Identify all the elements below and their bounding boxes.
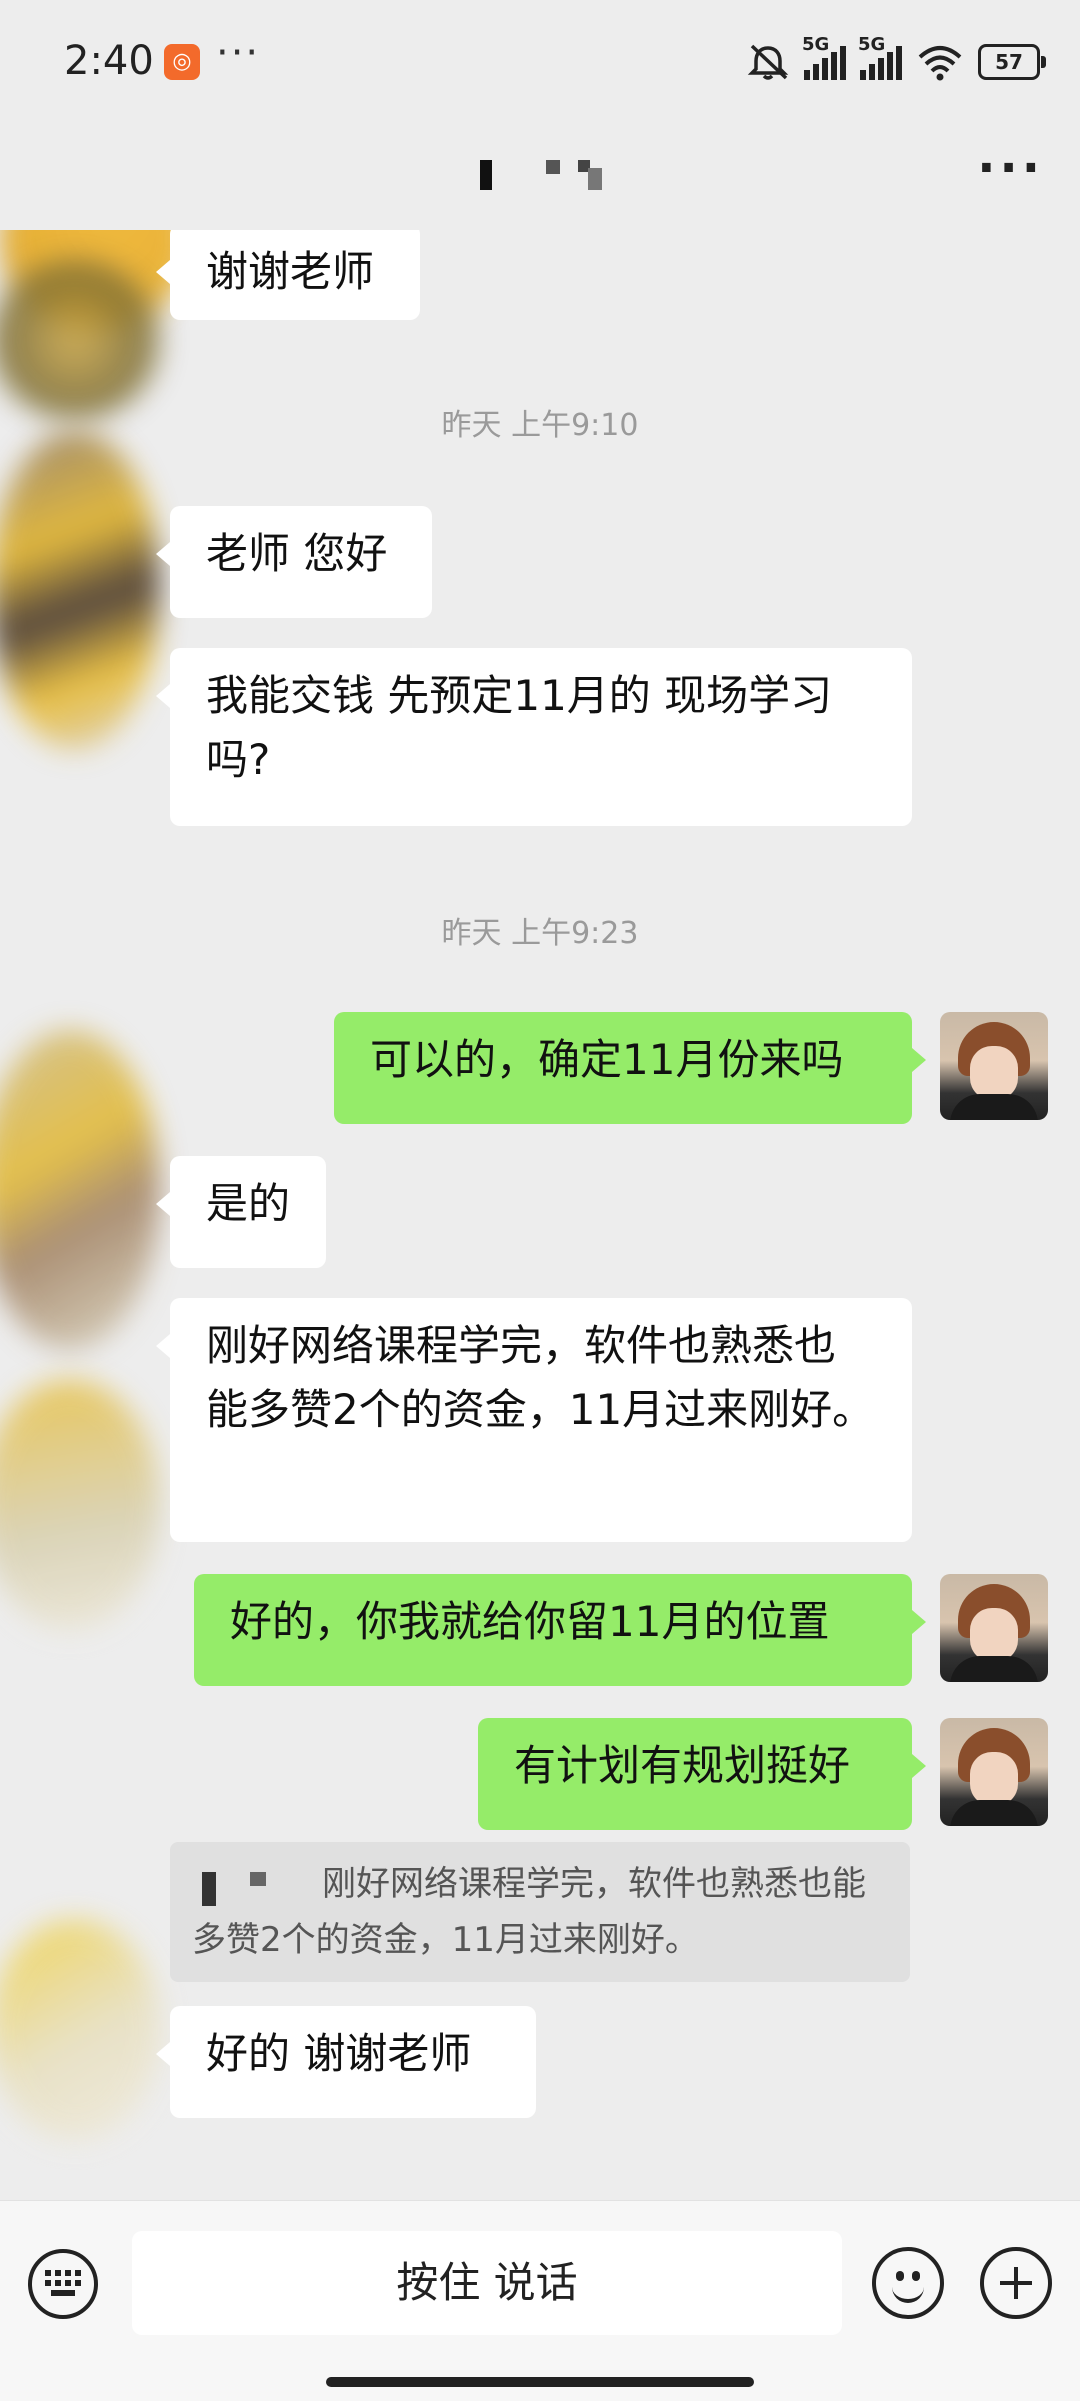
- my-avatar[interactable]: [940, 1718, 1048, 1826]
- battery-icon: 57: [978, 44, 1046, 80]
- contact-avatar[interactable]: [0, 1030, 160, 1350]
- network-label-1: 5G: [802, 34, 830, 55]
- emoji-button[interactable]: [872, 2247, 944, 2319]
- contact-avatar[interactable]: [0, 1920, 160, 2140]
- more-actions-button[interactable]: [980, 2247, 1052, 2319]
- more-notifications-icon: ···: [216, 30, 261, 76]
- quoted-message[interactable]: 刚好网络课程学完，软件也熟悉也能多赞2个的资金，11月过来刚好。: [170, 1842, 910, 1982]
- app-notification-icon: ◎: [164, 44, 200, 80]
- outgoing-message[interactable]: 有计划有规划挺好: [478, 1718, 926, 1830]
- network-label-2: 5G: [858, 34, 886, 55]
- more-options-button[interactable]: ···: [977, 140, 1044, 196]
- signal-1-icon: 5G: [802, 34, 846, 80]
- status-bar: 2:40 ◎ ··· 5G 5G 57: [0, 0, 1080, 120]
- keyboard-icon: [45, 2270, 81, 2298]
- contact-avatar[interactable]: [0, 1380, 160, 1630]
- incoming-message[interactable]: 老师 您好: [156, 506, 432, 618]
- home-indicator[interactable]: [326, 2377, 754, 2387]
- input-bar: 按住 说话: [0, 2200, 1080, 2401]
- keyboard-toggle-button[interactable]: [28, 2249, 98, 2319]
- contact-avatar[interactable]: [0, 260, 160, 420]
- incoming-message[interactable]: 刚好网络课程学完，软件也熟悉也能多赞2个的资金，11月过来刚好。: [156, 1298, 912, 1542]
- incoming-message[interactable]: 是的: [156, 1156, 326, 1268]
- status-icons: 5G 5G 57: [746, 34, 1046, 86]
- hold-to-talk-button[interactable]: 按住 说话: [132, 2231, 842, 2335]
- status-time: 2:40: [64, 38, 154, 84]
- incoming-message[interactable]: 我能交钱 先预定11月的 现场学习吗?: [156, 648, 912, 826]
- chat-messages: 谢谢老师 昨天 上午9:10 老师 您好 我能交钱 先预定11月的 现场学习吗?…: [0, 230, 1080, 2200]
- contact-avatar[interactable]: [0, 430, 160, 750]
- mute-icon: [747, 44, 789, 80]
- message-timestamp: 昨天 上午9:23: [441, 916, 639, 951]
- outgoing-message[interactable]: 可以的，确定11月份来吗: [334, 1012, 926, 1124]
- wifi-icon: [918, 46, 962, 81]
- signal-2-icon: 5G: [858, 34, 902, 80]
- chat-title-bar: [0, 120, 1080, 230]
- message-timestamp: 昨天 上午9:10: [441, 408, 639, 443]
- outgoing-message[interactable]: 好的，你我就给你留11月的位置: [194, 1574, 926, 1686]
- my-avatar[interactable]: [940, 1012, 1048, 1120]
- incoming-message[interactable]: 好的 谢谢老师: [156, 2006, 536, 2118]
- quoted-sender-redacted: [192, 1866, 322, 1906]
- my-avatar[interactable]: [940, 1574, 1048, 1682]
- emoji-icon: [896, 2271, 904, 2281]
- incoming-message[interactable]: 谢谢老师: [156, 230, 420, 320]
